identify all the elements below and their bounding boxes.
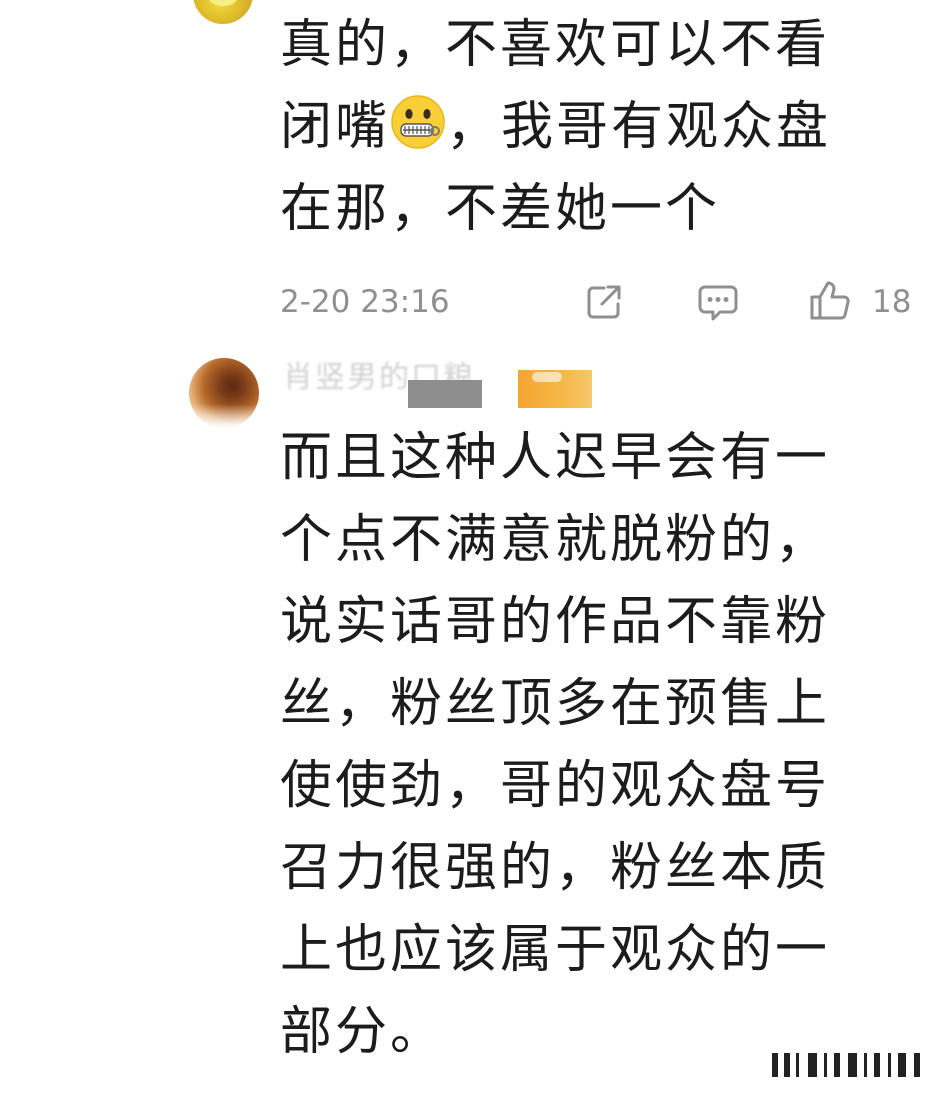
share-icon[interactable]: [582, 280, 626, 324]
comment-line: 在那，不差她一个: [280, 179, 721, 239]
comment-line: 闭嘴 ，我哥有观众盘: [280, 86, 831, 168]
watermark-barcode: [770, 1053, 930, 1077]
comment-meta-row: 2-20 23:16 18: [280, 278, 920, 328]
comment-line: 个点不满意就脱粉的，: [280, 510, 831, 570]
fan-level-badge: [518, 370, 592, 408]
comment-line-text: ，我哥有观众盘: [446, 97, 832, 157]
comment-line: 真的，不喜欢可以不看: [280, 15, 831, 75]
badge-highlight: [532, 372, 562, 382]
comment-line: 丝，粉丝顶多在预售上: [280, 674, 831, 734]
avatar-fade: [185, 404, 259, 444]
user-badge: [408, 380, 482, 408]
comment-line-text: 闭嘴: [280, 97, 391, 157]
like-count: 18: [872, 284, 912, 320]
avatar[interactable]: [185, 358, 259, 444]
comment-body: 而且这种人迟早会有一 个点不满意就脱粉的， 说实话哥的作品不靠粉 丝，粉丝顶多在…: [280, 417, 830, 1073]
thumbs-up-icon[interactable]: [808, 278, 852, 322]
comment-line: 而且这种人迟早会有一: [280, 428, 831, 488]
comment-body: 真的，不喜欢可以不看 闭嘴 ，我哥有观众盘 在那，不差她一个: [280, 4, 831, 250]
zipper-mouth-emoji-icon: [391, 95, 445, 149]
comment-icon[interactable]: [696, 282, 740, 324]
comment-line: 部分。: [280, 1002, 446, 1062]
comment-timestamp: 2-20 23:16: [280, 284, 450, 320]
avatar-image-highlight: [209, 0, 237, 6]
comment-line: 召力很强的，粉丝本质: [280, 838, 831, 898]
avatar[interactable]: [193, 0, 253, 24]
comment-line: 使使劲，哥的观众盘号: [280, 756, 831, 816]
comment-line: 说实话哥的作品不靠粉: [280, 592, 831, 652]
comment-line: 上也应该属于观众的一: [280, 920, 831, 980]
